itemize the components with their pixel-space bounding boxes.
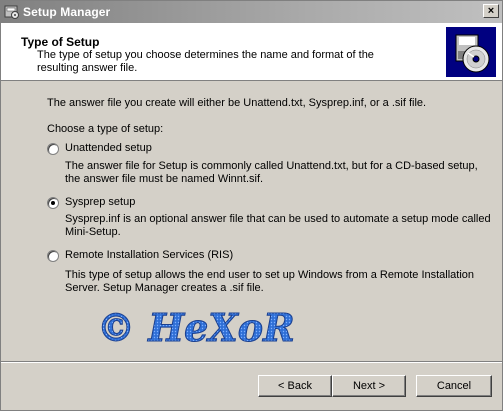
intro-text: The answer file you create will either b… xyxy=(47,97,427,109)
radio-remote-installation-services[interactable]: Remote Installation Services (RIS) xyxy=(47,249,233,262)
radio-unattended-setup[interactable]: Unattended setup xyxy=(47,142,152,155)
cancel-button-label: Cancel xyxy=(436,380,472,392)
choose-label: Choose a type of setup: xyxy=(47,123,164,135)
page-title: Type of Setup xyxy=(21,35,100,49)
page-description: The type of setup you choose determines … xyxy=(37,49,374,74)
setup-manager-window: Setup Manager × Type of Setup The type o… xyxy=(0,0,503,411)
bottom-divider xyxy=(1,361,502,363)
close-icon: × xyxy=(487,4,495,17)
option-label: Sysprep setup xyxy=(65,196,136,208)
option-label: Remote Installation Services (RIS) xyxy=(65,249,234,261)
watermark-text: © HeXoR xyxy=(97,305,295,350)
setup-disk-icon xyxy=(446,27,496,77)
radio-button[interactable] xyxy=(47,249,59,262)
wizard-header: Type of Setup The type of setup you choo… xyxy=(1,23,502,81)
window-title: Setup Manager xyxy=(23,5,111,19)
hexor-watermark: © HeXoR xyxy=(97,305,296,351)
option-description: Sysprep.inf is an optional answer file t… xyxy=(65,213,491,238)
radio-sysprep-setup[interactable]: Sysprep setup xyxy=(47,196,135,209)
setup-manager-app-icon xyxy=(4,5,19,19)
next-button[interactable]: Next > xyxy=(332,375,406,397)
radio-button-selected[interactable] xyxy=(47,196,59,209)
radio-button[interactable] xyxy=(47,142,59,155)
back-button-label: < Back xyxy=(278,380,312,392)
close-button[interactable]: × xyxy=(483,4,499,18)
next-button-label: Next > xyxy=(352,380,386,392)
back-button[interactable]: < Back xyxy=(258,375,332,397)
option-label: Unattended setup xyxy=(65,142,152,154)
cancel-button[interactable]: Cancel xyxy=(416,375,492,397)
title-bar[interactable]: Setup Manager × xyxy=(1,1,502,23)
option-description: The answer file for Setup is commonly ca… xyxy=(65,160,478,185)
option-description: This type of setup allows the end user t… xyxy=(65,269,475,294)
